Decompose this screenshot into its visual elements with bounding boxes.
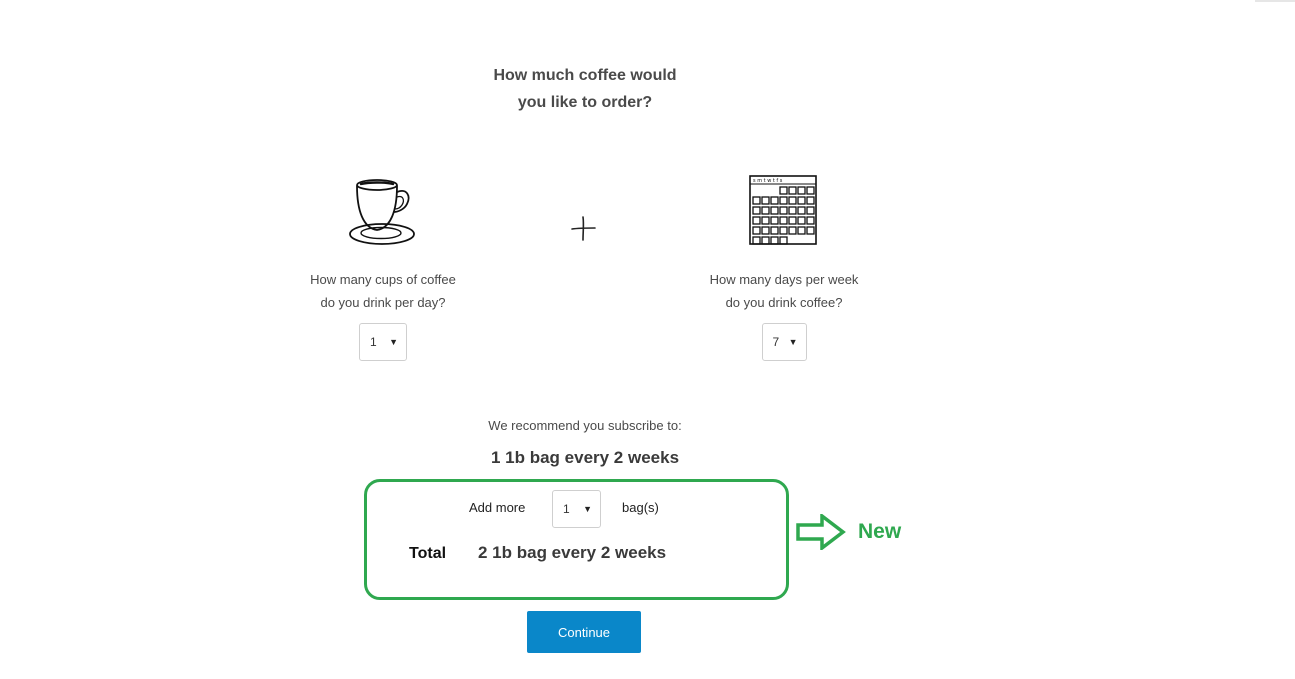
continue-button[interactable]: Continue [527,611,641,653]
cups-question: How many cups of coffee do you drink per… [283,268,483,314]
days-question-line-2: do you drink coffee? [725,295,843,310]
bags-unit-label: bag(s) [622,500,659,515]
add-more-bags-value: 1 [563,502,570,516]
arrow-right-icon [796,514,846,550]
add-more-label: Add more [469,500,526,515]
coffee-cup-icon [349,179,415,245]
new-annotation-label: New [858,520,902,543]
page-title: How much coffee would you like to order? [435,62,735,116]
page-title-line-2: you like to order? [517,94,653,111]
days-question: How many days per week do you drink coff… [684,268,884,314]
cups-per-day-section: How many cups of coffee do you drink per… [283,170,483,361]
add-more-bags-select[interactable]: 1 ▼ [552,490,601,528]
days-question-line-1: How many days per week [709,272,859,287]
chevron-down-icon: ▼ [788,337,798,347]
top-divider [1255,0,1295,2]
chevron-down-icon: ▼ [389,337,398,347]
calendar-icon: s m t w t f s [749,175,817,245]
total-value: 2 1b bag every 2 weeks [478,543,667,562]
cups-question-line-2: do you drink per day? [320,295,446,310]
page-title-line-1: How much coffee would [493,67,677,84]
days-per-week-value: 7 [772,335,780,349]
recommendation-label: We recommend you subscribe to: [488,418,682,433]
cups-per-day-select[interactable]: 1 ▼ [359,323,407,361]
chevron-down-icon: ▼ [583,504,592,514]
cups-question-line-1: How many cups of coffee [310,272,456,287]
recommended-plan: 1 1b bag every 2 weeks [490,448,680,467]
plus-icon [571,216,596,241]
cups-per-day-value: 1 [370,335,377,349]
days-per-week-select[interactable]: 7 ▼ [761,323,807,361]
coffee-order-page: How much coffee would you like to order?… [0,0,1295,679]
total-label: Total [409,545,447,562]
days-per-week-section: s m t w t f s How many days per week do … [684,170,884,361]
svg-text:s m t w t f s: s m t w t f s [753,178,783,184]
